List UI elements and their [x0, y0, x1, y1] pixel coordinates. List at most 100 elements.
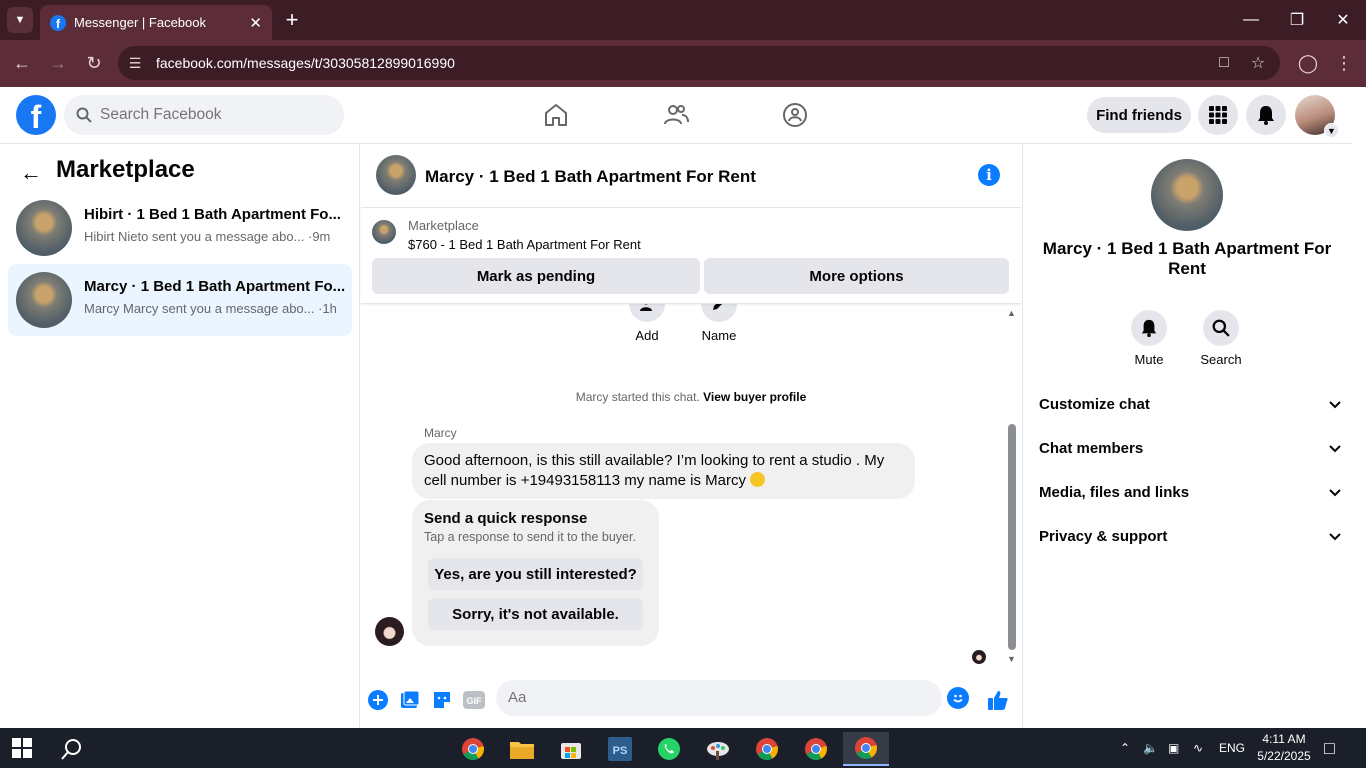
- notifications-bell-icon[interactable]: [1246, 95, 1286, 135]
- plus-circle-icon[interactable]: [367, 689, 389, 711]
- page-scrollbar[interactable]: [1352, 87, 1366, 728]
- quick-response-yes-button[interactable]: Yes, are you still interested?: [428, 558, 643, 590]
- more-options-button[interactable]: More options: [704, 258, 1009, 294]
- paint-app-icon[interactable]: [698, 732, 738, 766]
- seen-receipt-avatar: [972, 650, 986, 664]
- marketplace-chat-list: ← Marketplace Hibirt · 1 Bed 1 Bath Apar…: [0, 144, 360, 728]
- windows-start-icon[interactable]: [12, 738, 34, 758]
- tab-search-button[interactable]: ▼: [7, 7, 33, 33]
- name-action[interactable]: Name: [689, 286, 749, 343]
- browser-menu-icon[interactable]: ⋮: [1331, 50, 1357, 76]
- sender-avatar[interactable]: [375, 617, 404, 646]
- mute-action[interactable]: Mute: [1119, 310, 1179, 367]
- sender-name: Marcy: [424, 426, 457, 440]
- whatsapp-icon[interactable]: [649, 732, 689, 766]
- facebook-logo-icon[interactable]: f: [16, 95, 56, 135]
- search-icon: [76, 107, 94, 123]
- chevron-down-icon: ▼: [1324, 123, 1339, 138]
- account-avatar[interactable]: ▼: [1295, 95, 1339, 138]
- chat-thumbnail[interactable]: [376, 155, 416, 195]
- chat-details-panel: Marcy · 1 Bed 1 Bath Apartment For Rent …: [1022, 144, 1352, 728]
- search-icon[interactable]: [1203, 310, 1239, 346]
- friends-icon[interactable]: [662, 101, 690, 129]
- facebook-search-input[interactable]: [100, 106, 320, 124]
- media-files-links-row[interactable]: Media, files and links: [1039, 472, 1341, 512]
- bell-icon[interactable]: [1131, 310, 1167, 346]
- wifi-icon[interactable]: ∿: [1193, 728, 1203, 768]
- file-explorer-icon[interactable]: [502, 732, 542, 766]
- bookmark-star-icon[interactable]: ☆: [1244, 46, 1272, 80]
- listing-category: Marketplace: [408, 218, 479, 233]
- scroll-up-arrow-icon[interactable]: ▲: [1007, 308, 1016, 318]
- address-bar[interactable]: ☰ facebook.com/messages/t/30305812899016…: [118, 46, 1280, 80]
- back-arrow-icon[interactable]: ←: [20, 160, 42, 186]
- section-label: Chat members: [1039, 439, 1144, 457]
- conversation-item-active[interactable]: Marcy · 1 Bed 1 Bath Apartment Fo... Mar…: [8, 264, 352, 336]
- svg-text:GIF: GIF: [467, 696, 483, 706]
- show-hidden-icons-chevron-icon[interactable]: ⌃: [1120, 728, 1130, 768]
- taskbar-search-icon[interactable]: [52, 732, 92, 766]
- info-icon[interactable]: i: [978, 164, 1000, 186]
- privacy-support-row[interactable]: Privacy & support: [1039, 516, 1341, 556]
- search-action[interactable]: Search: [1191, 310, 1251, 367]
- conversation-preview: Marcy Marcy sent you a message abo... ·1…: [84, 301, 337, 316]
- close-window-button[interactable]: ✕: [1320, 0, 1366, 40]
- message-input-box[interactable]: [496, 680, 969, 716]
- quick-response-sorry-button[interactable]: Sorry, it's not available.: [428, 598, 643, 630]
- tab-title: Messenger | Facebook: [74, 15, 206, 30]
- facebook-search[interactable]: [64, 95, 344, 135]
- volume-icon[interactable]: 🔈: [1143, 728, 1158, 768]
- profile-icon[interactable]: ◯: [1295, 50, 1321, 76]
- menu-grid-icon[interactable]: [1198, 95, 1238, 135]
- listing-photo[interactable]: [1151, 159, 1223, 231]
- minimize-button[interactable]: —: [1228, 0, 1274, 40]
- browser-tab[interactable]: f Messenger | Facebook ✕: [40, 5, 272, 40]
- started-text: Marcy started this chat.: [575, 390, 700, 404]
- chat-title[interactable]: Marcy · 1 Bed 1 Bath Apartment For Rent: [425, 167, 756, 187]
- conversation-preview: Hibirt Nieto sent you a message abo... ·…: [84, 229, 331, 244]
- listing-price-title[interactable]: $760 - 1 Bed 1 Bath Apartment For Rent: [408, 237, 641, 252]
- add-action[interactable]: Add: [617, 286, 677, 343]
- chrome-profile-icon[interactable]: [747, 732, 787, 766]
- battery-icon[interactable]: ▣: [1168, 728, 1179, 768]
- forward-button[interactable]: →: [45, 50, 71, 76]
- back-button[interactable]: ←: [9, 50, 35, 76]
- reload-button[interactable]: ↻: [81, 50, 107, 76]
- emoji-picker-icon[interactable]: [947, 687, 969, 709]
- scroll-down-arrow-icon[interactable]: ▼: [1007, 654, 1016, 664]
- conversation-item[interactable]: Hibirt · 1 Bed 1 Bath Apartment Fo... Hi…: [8, 192, 352, 264]
- scrollbar-thumb[interactable]: [1008, 424, 1016, 650]
- microsoft-store-icon[interactable]: [551, 732, 591, 766]
- thumbs-up-icon[interactable]: [987, 689, 1009, 711]
- chrome-icon[interactable]: [453, 732, 493, 766]
- chrome-profile-icon[interactable]: [796, 732, 836, 766]
- customize-chat-row[interactable]: Customize chat: [1039, 384, 1341, 424]
- groups-icon[interactable]: [781, 101, 809, 129]
- view-buyer-profile-link[interactable]: View buyer profile: [703, 390, 806, 404]
- message-input[interactable]: [508, 689, 908, 706]
- close-tab-icon[interactable]: ✕: [249, 14, 262, 32]
- chat-members-row[interactable]: Chat members: [1039, 428, 1341, 468]
- site-info-icon[interactable]: ☰: [118, 55, 152, 72]
- home-icon[interactable]: [542, 101, 570, 129]
- chrome-active-icon[interactable]: [843, 732, 889, 766]
- listing-thumbnail[interactable]: [372, 220, 396, 244]
- svg-text:PS: PS: [613, 745, 628, 757]
- new-tab-button[interactable]: +: [282, 7, 302, 33]
- notification-center-icon[interactable]: □: [1324, 728, 1335, 768]
- system-clock[interactable]: 4:11 AM 5/22/2025: [1252, 731, 1316, 765]
- photo-icon[interactable]: [399, 689, 421, 711]
- chat-scrollbar[interactable]: ▲ ▼: [1005, 308, 1019, 664]
- language-indicator[interactable]: ENG: [1219, 728, 1245, 768]
- windows-taskbar: PS ⌃ 🔈 ▣ ∿ ENG 4:11 AM 5/22/2025 □: [0, 728, 1366, 768]
- gif-icon[interactable]: GIF: [463, 689, 485, 711]
- sticker-icon[interactable]: [431, 689, 453, 711]
- conversation-title: Hibirt · 1 Bed 1 Bath Apartment Fo...: [84, 206, 341, 223]
- mark-as-pending-button[interactable]: Mark as pending: [372, 258, 700, 294]
- restore-button[interactable]: ❐: [1274, 0, 1320, 40]
- install-app-icon[interactable]: □: [1210, 46, 1238, 80]
- find-friends-button[interactable]: Find friends: [1087, 97, 1191, 133]
- photoshop-icon[interactable]: PS: [600, 732, 640, 766]
- panel-title: Marketplace: [56, 156, 195, 183]
- message-bubble: Good afternoon, is this still available?…: [412, 443, 915, 499]
